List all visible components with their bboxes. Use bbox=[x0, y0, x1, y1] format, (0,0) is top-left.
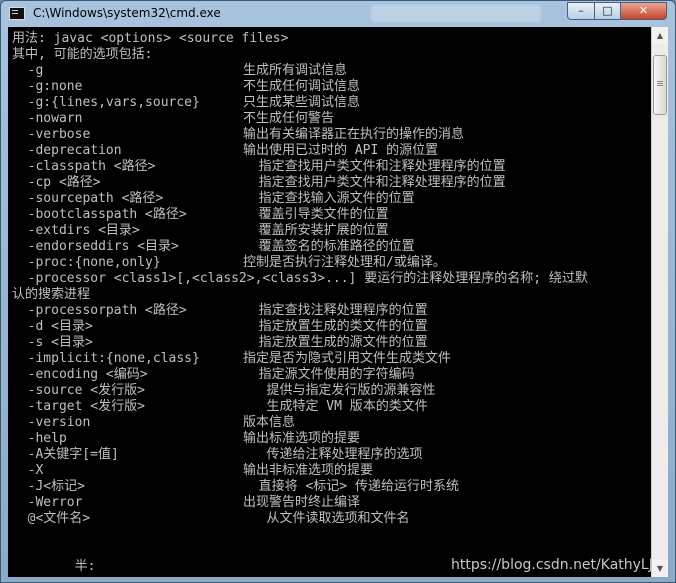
arrow-up-icon: ▲ bbox=[656, 31, 664, 40]
console-line: -g:none bbox=[12, 79, 83, 94]
console-output[interactable]: 用法: javac <options> <source files> 其中, 可能… bbox=[8, 27, 651, 577]
console-line: -Werror bbox=[12, 495, 83, 510]
console-line: -d <目录> bbox=[12, 319, 93, 334]
console-line: -nowarn bbox=[12, 111, 83, 126]
scroll-down-button[interactable]: ▼ bbox=[652, 560, 668, 577]
minimize-icon: – bbox=[578, 4, 584, 17]
console-line: -implicit:{none,class} bbox=[12, 351, 200, 366]
cmd-window: C:\Windows\system32\cmd.exe – □ ✕ 用法: ja… bbox=[0, 0, 676, 583]
console-line-description: 出现警告时终止编译 bbox=[243, 495, 361, 510]
console-line: 半: bbox=[12, 559, 96, 574]
console-line: -help bbox=[12, 431, 67, 446]
maximize-button[interactable]: □ bbox=[594, 2, 621, 20]
console-line-description: 覆盖签名的标准路径的位置 bbox=[243, 239, 415, 254]
console-line-description: 指定查找注释处理程序的位置 bbox=[243, 303, 428, 318]
console-line: -source <发行版> bbox=[12, 383, 145, 398]
console-line: -deprecation bbox=[12, 143, 122, 158]
console-line-description: 生成特定 VM 版本的类文件 bbox=[243, 399, 428, 414]
console-line: -encoding <编码> bbox=[12, 367, 148, 382]
console-line-description: 输出有关编译器正在执行的操作的消息 bbox=[243, 127, 465, 142]
console-line: -sourcepath <路径> bbox=[12, 191, 164, 206]
console-line: -cp <路径> bbox=[12, 175, 101, 190]
console-line: -proc:{none,only} bbox=[12, 255, 161, 270]
console-line-description: 不生成任何调试信息 bbox=[243, 79, 361, 94]
cmd-icon[interactable] bbox=[9, 7, 25, 20]
console-line-description: 输出非标准选项的提要 bbox=[243, 463, 374, 478]
console-line-description: 控制是否执行注释处理和/或编译。 bbox=[243, 255, 446, 270]
console-line: -bootclasspath <路径> bbox=[12, 207, 187, 222]
console-line: -g:{lines,vars,source} bbox=[12, 95, 200, 110]
blurred-background-window bbox=[371, 5, 541, 22]
window-title: C:\Windows\system32\cmd.exe bbox=[33, 6, 221, 20]
console-line: -J<标记> bbox=[12, 479, 85, 494]
console-line-description: 从文件读取选项和文件名 bbox=[243, 511, 410, 526]
console-line-description: 指定放置生成的类文件的位置 bbox=[243, 319, 428, 334]
close-button[interactable]: ✕ bbox=[620, 2, 667, 20]
title-bar[interactable]: C:\Windows\system32\cmd.exe – □ ✕ bbox=[1, 1, 675, 27]
console-line: -endorseddirs <目录> bbox=[12, 239, 179, 254]
console-line-description: 指定是否为隐式引用文件生成类文件 bbox=[243, 351, 452, 366]
console-line-description: 传递给注释处理程序的选项 bbox=[243, 447, 423, 462]
console-line-description: 提供与指定发行版的源兼容性 bbox=[243, 383, 436, 398]
console-line-description: 覆盖引导类文件的位置 bbox=[243, 207, 389, 222]
console-line: -g bbox=[12, 63, 44, 78]
console-line-description: 直接将 <标记> 传递给运行时系统 bbox=[243, 479, 459, 494]
console-line: -processorpath <路径> bbox=[12, 303, 187, 318]
console-line: -processor <class1>[,<class2>,<class3>..… bbox=[12, 271, 588, 286]
arrow-down-icon: ▼ bbox=[656, 564, 664, 573]
maximize-icon: □ bbox=[602, 4, 613, 17]
console-line: -classpath <路径> bbox=[12, 159, 156, 174]
console-line-description: 指定查找输入源文件的位置 bbox=[243, 191, 415, 206]
console-line: -X bbox=[12, 463, 44, 478]
console-line: -s <目录> bbox=[12, 335, 93, 350]
console-line-description: 只生成某些调试信息 bbox=[243, 95, 361, 110]
console-line: -target <发行版> bbox=[12, 399, 145, 414]
console-line-description: 覆盖所安装扩展的位置 bbox=[243, 223, 389, 238]
console-line: -A关键字[=值] bbox=[12, 447, 119, 462]
console-line-description: 指定查找用户类文件和注释处理程序的位置 bbox=[243, 159, 506, 174]
watermark: https://blog.csdn.net/KathyLJ bbox=[451, 557, 653, 573]
console-line: 其中, 可能的选项包括: bbox=[12, 47, 153, 62]
vertical-scrollbar[interactable]: ▲ ▼ bbox=[651, 27, 668, 577]
console-line: 认的搜索进程 bbox=[12, 287, 91, 302]
console-line: 用法: javac <options> <source files> bbox=[12, 31, 289, 46]
console-line-description: 输出使用已过时的 API 的源位置 bbox=[243, 143, 439, 158]
console-line: -verbose bbox=[12, 127, 91, 142]
console-line-description: 指定查找用户类文件和注释处理程序的位置 bbox=[243, 175, 506, 190]
minimize-button[interactable]: – bbox=[567, 2, 595, 20]
console-line-description: 生成所有调试信息 bbox=[243, 63, 348, 78]
console-line-description: 指定源文件使用的字符编码 bbox=[243, 367, 415, 382]
console-line-description: 输出标准选项的提要 bbox=[243, 431, 361, 446]
scroll-up-button[interactable]: ▲ bbox=[652, 27, 668, 44]
console-line-description: 不生成任何警告 bbox=[243, 111, 335, 126]
console-line: @<文件名> bbox=[12, 511, 91, 526]
close-icon: ✕ bbox=[638, 4, 649, 17]
scrollbar-thumb[interactable] bbox=[653, 55, 667, 115]
console-line-description: 版本信息 bbox=[243, 415, 296, 430]
console-line-description: 指定放置生成的源文件的位置 bbox=[243, 335, 428, 350]
console-line: -extdirs <目录> bbox=[12, 223, 140, 238]
console-line: -version bbox=[12, 415, 91, 430]
